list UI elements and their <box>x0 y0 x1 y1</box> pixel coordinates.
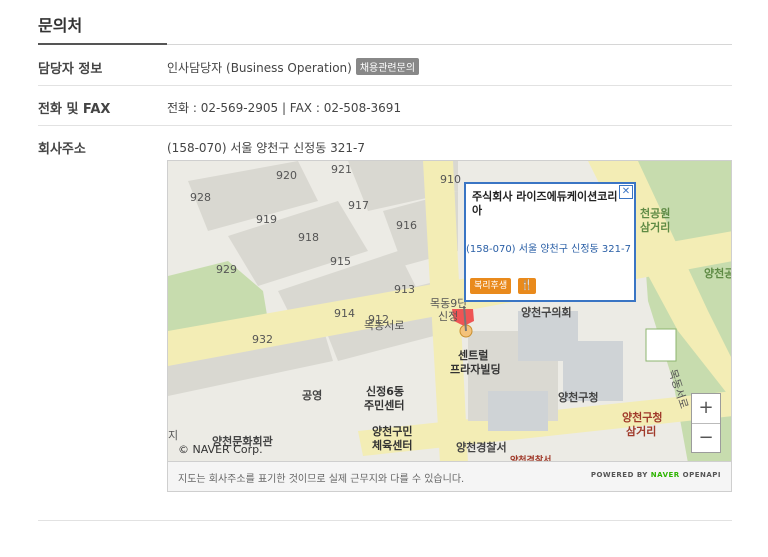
map-label: 928 <box>190 191 211 204</box>
contact-person-text: 인사담당자 (Business Operation) <box>167 61 352 75</box>
popup-address[interactable]: (158-070) 서울 양천구 신정동 321-7 <box>466 240 631 255</box>
zoom-in-button[interactable]: + <box>692 394 720 423</box>
map-label: 목동서로 <box>364 319 405 332</box>
map-label: 주민센터 <box>364 399 405 412</box>
contact-person-label: 담당자 정보 <box>38 62 103 77</box>
map-label: 프라자빌딩 <box>450 363 501 376</box>
powered-by-prefix: POWERED BY <box>590 471 648 479</box>
company-map[interactable]: 928 920 921 910 919 917 916 918 929 915 … <box>167 160 732 462</box>
map-footer: 지도는 회사주소를 표기한 것이므로 실제 근무지와 다를 수 있습니다. PO… <box>167 462 732 492</box>
map-label: 양천구민 <box>372 425 413 438</box>
zoom-out-button[interactable]: − <box>692 424 720 453</box>
welfare-button[interactable]: 복리후생 <box>470 278 512 294</box>
map-label: 지 <box>168 429 179 442</box>
map-label: 929 <box>216 263 237 276</box>
map-label: 919 <box>256 213 277 226</box>
map-label: 920 <box>276 169 297 182</box>
map-label: 914 <box>334 307 355 320</box>
contact-person-value: 인사담당자 (Business Operation) 채용관련문의 <box>167 58 420 76</box>
map-label: 신정 <box>438 310 459 323</box>
map-label: 삼거리 <box>640 221 671 234</box>
powered-by-suffix: OPENAPI <box>682 471 721 479</box>
fork-knife-icon[interactable]: 🍴 <box>518 278 536 294</box>
map-disclaimer: 지도는 회사주소를 표기한 것이므로 실제 근무지와 다를 수 있습니다. <box>178 474 465 485</box>
map-label: 센트럴 <box>458 349 489 362</box>
map-copyright: © NAVER Corp. <box>178 443 263 456</box>
map-label: 양천구청 <box>558 391 599 404</box>
map-label: 932 <box>252 333 273 346</box>
bottom-divider <box>38 520 732 521</box>
title-underline <box>38 43 167 45</box>
map-label: 양천경찰서 <box>456 441 507 454</box>
powered-by-logo: POWERED BY NAVER OPENAPI <box>591 471 721 479</box>
map-label: 917 <box>348 199 369 212</box>
map-label: 체육센터 <box>372 439 413 452</box>
map-label: 910 <box>440 173 461 186</box>
map-label: 삼거리 <box>626 425 657 438</box>
address-value: (158-070) 서울 양천구 신정동 321-7 <box>167 141 365 155</box>
map-label: 916 <box>396 219 417 232</box>
section-title: 문의처 <box>38 16 83 35</box>
map-label: 913 <box>394 283 415 296</box>
map-label: 양천구의회 <box>521 306 572 319</box>
map-label: 921 <box>331 163 352 176</box>
powered-by-brand: NAVER <box>650 471 680 479</box>
popup-company-name: 주식회사 라이즈에듀케이션코리아 <box>472 190 618 217</box>
map-label: 양천경찰서 <box>510 456 552 462</box>
phone-fax-label: 전화 및 FAX <box>38 102 111 117</box>
map-label: 918 <box>298 231 319 244</box>
map-label: 공영 <box>302 389 323 402</box>
map-label: 양천공 <box>704 267 732 280</box>
map-label: 915 <box>330 255 351 268</box>
row-divider <box>38 125 732 126</box>
zoom-control: + − <box>691 393 721 453</box>
row-divider <box>38 85 732 86</box>
phone-fax-value: 전화 : 02-569-2905 | FAX : 02-508-3691 <box>167 101 402 115</box>
recruitment-inquiry-badge[interactable]: 채용관련문의 <box>355 58 420 75</box>
address-label: 회사주소 <box>38 142 86 157</box>
location-popup: 주식회사 라이즈에듀케이션코리아 (158-070) 서울 양천구 신정동 32… <box>464 182 636 302</box>
close-icon[interactable]: ✕ <box>619 185 633 199</box>
map-label: 신정6동 <box>366 385 405 398</box>
